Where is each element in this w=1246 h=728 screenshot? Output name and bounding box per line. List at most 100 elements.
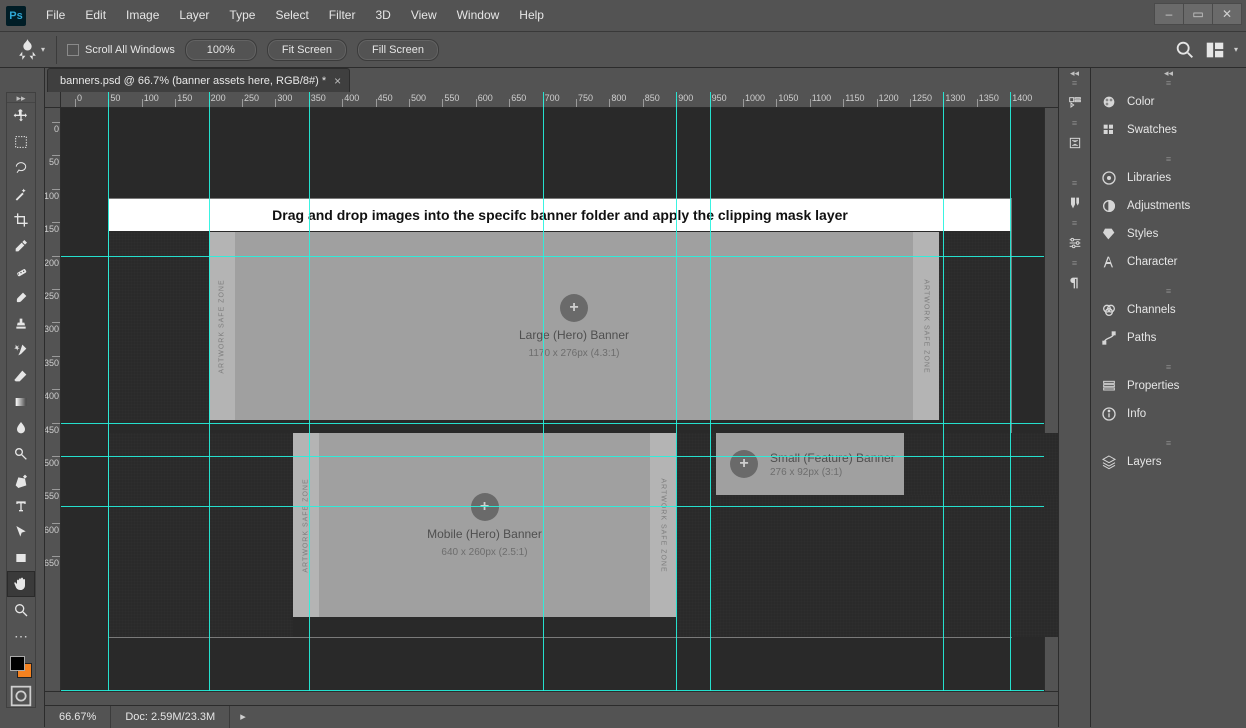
paragraph-panel-icon[interactable] [1059,268,1091,298]
fit-screen-button[interactable]: Fit Screen [267,39,347,61]
zoom-tool-icon[interactable] [7,597,35,623]
panel-channels[interactable]: Channels [1091,296,1246,324]
eyedropper-tool-icon[interactable] [7,233,35,259]
app-logo: Ps [6,6,26,26]
panels-collapse-icon[interactable]: ◂◂ [1091,68,1246,78]
panel-adjustments[interactable]: Adjustments [1091,192,1246,220]
brushes-panel-icon[interactable] [1059,188,1091,218]
dock-collapse-icon[interactable]: ◂◂ [1059,68,1090,78]
dodge-tool-icon[interactable] [7,441,35,467]
menu-help[interactable]: Help [509,0,554,31]
menu-view[interactable]: View [401,0,447,31]
gradient-tool-icon[interactable] [7,389,35,415]
panel-color[interactable]: Color [1091,88,1246,116]
panel-layers[interactable]: Layers [1091,448,1246,476]
guide-vertical[interactable] [676,92,677,691]
lasso-tool-icon[interactable] [7,155,35,181]
quick-mask-icon[interactable] [7,685,35,707]
close-tab-icon[interactable]: × [334,74,341,88]
search-icon[interactable] [1174,39,1196,61]
stamp-tool-icon[interactable] [7,311,35,337]
plus-icon: + [560,294,588,322]
small-banner-slot[interactable]: + Small (Feature) Banner 276 x 92px (3:1… [716,433,904,495]
healing-tool-icon[interactable] [7,259,35,285]
guide-horizontal[interactable] [61,423,1044,424]
ruler-origin[interactable] [45,92,61,108]
guide-horizontal[interactable] [61,506,1044,507]
zoom-field[interactable]: 100% [185,39,257,61]
crop-tool-icon[interactable] [7,207,35,233]
guide-vertical[interactable] [108,92,109,691]
label: Adjustments [1127,200,1190,212]
edit-toolbar-icon[interactable]: ⋯ [7,623,35,649]
panel-paths[interactable]: Paths [1091,324,1246,352]
label: Character [1127,256,1178,268]
guide-horizontal[interactable] [61,256,1044,257]
eraser-tool-icon[interactable] [7,363,35,389]
fill-screen-button[interactable]: Fill Screen [357,39,439,61]
current-tool-icon[interactable]: ▾ [14,37,46,63]
maximize-button[interactable]: ▭ [1183,3,1213,25]
status-menu-icon[interactable]: ▸ [230,710,256,723]
foreground-color-swatch[interactable] [10,656,25,671]
banner-dimensions: 640 x 260px (2.5:1) [441,547,527,558]
brush-settings-panel-icon[interactable] [1059,228,1091,258]
guide-horizontal[interactable] [61,690,1044,691]
tools-collapse-icon[interactable]: ▸▸ [7,93,35,103]
label: Swatches [1127,124,1177,136]
panel-properties[interactable]: Properties [1091,372,1246,400]
status-doc-size[interactable]: Doc: 2.59M/23.3M [111,706,230,728]
wand-tool-icon[interactable] [7,181,35,207]
guide-vertical[interactable] [1010,92,1011,691]
color-swatches[interactable] [7,653,35,681]
guide-horizontal[interactable] [61,456,1044,457]
guide-vertical[interactable] [710,92,711,691]
plus-icon: + [730,450,758,478]
mobile-banner-slot[interactable]: ARTWORK SAFE ZONE ARTWORK SAFE ZONE + Mo… [293,433,676,617]
menu-image[interactable]: Image [116,0,169,31]
large-banner-slot[interactable]: ARTWORK SAFE ZONE ARTWORK SAFE ZONE + La… [209,232,939,420]
menu-filter[interactable]: Filter [319,0,366,31]
panel-info[interactable]: Info [1091,400,1246,428]
scroll-all-windows-checkbox[interactable]: Scroll All Windows [67,44,175,56]
pen-tool-icon[interactable] [7,467,35,493]
guide-vertical[interactable] [309,92,310,691]
panel-libraries[interactable]: Libraries [1091,164,1246,192]
path-select-tool-icon[interactable] [7,519,35,545]
history-brush-tool-icon[interactable] [7,337,35,363]
guide-vertical[interactable] [943,92,944,691]
blur-tool-icon[interactable] [7,415,35,441]
menu-bar: Ps File Edit Image Layer Type Select Fil… [0,0,1246,31]
banner-dimensions: 276 x 92px (3:1) [770,467,895,478]
history-panel-icon[interactable] [1059,88,1091,118]
close-window-button[interactable]: ✕ [1212,3,1242,25]
minimize-button[interactable]: – [1154,3,1184,25]
menu-edit[interactable]: Edit [75,0,116,31]
menu-layer[interactable]: Layer [169,0,219,31]
shape-tool-icon[interactable] [7,545,35,571]
horizontal-scrollbar[interactable] [45,691,1058,705]
panel-swatches[interactable]: Swatches [1091,116,1246,144]
type-tool-icon[interactable] [7,493,35,519]
menu-select[interactable]: Select [265,0,318,31]
panel-styles[interactable]: Styles [1091,220,1246,248]
menu-file[interactable]: File [36,0,75,31]
panel-character[interactable]: Character [1091,248,1246,276]
status-zoom[interactable]: 66.67% [45,706,111,728]
workspace-switcher-icon[interactable] [1204,39,1226,61]
actions-panel-icon[interactable] [1059,128,1091,158]
document-tab[interactable]: banners.psd @ 66.7% (banner assets here,… [47,68,350,92]
menu-window[interactable]: Window [447,0,510,31]
brush-tool-icon[interactable] [7,285,35,311]
label: Info [1127,408,1146,420]
label: Color [1127,96,1154,108]
hand-tool-icon[interactable] [7,571,35,597]
guide-vertical[interactable] [209,92,210,691]
document-tab-title: banners.psd @ 66.7% (banner assets here,… [60,75,326,87]
menu-3d[interactable]: 3D [365,0,400,31]
guide-vertical[interactable] [543,92,544,691]
move-tool-icon[interactable] [7,103,35,129]
vertical-ruler[interactable]: 050100150200250300350400450500550600650 [45,108,61,691]
marquee-tool-icon[interactable] [7,129,35,155]
menu-type[interactable]: Type [219,0,265,31]
